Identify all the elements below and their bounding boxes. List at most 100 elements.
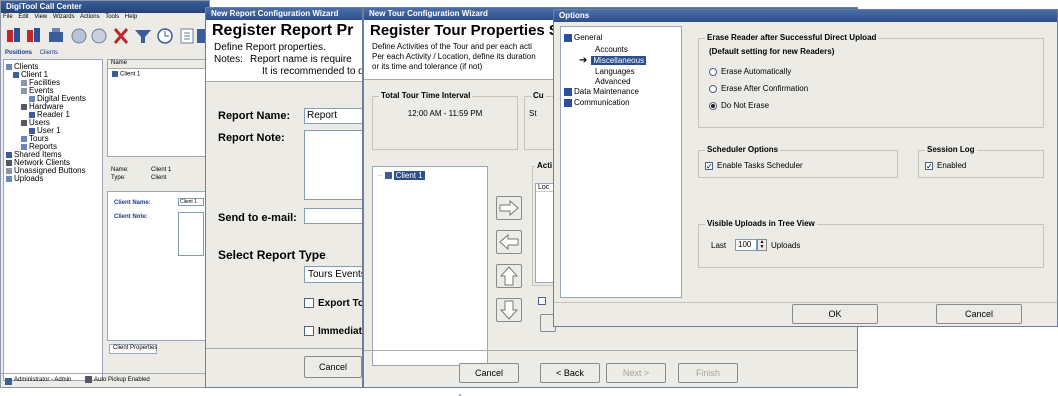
tree-uploads[interactable]: Uploads xyxy=(6,174,43,183)
report-note-input[interactable] xyxy=(304,130,362,200)
arrow-right-icon: ➔ xyxy=(579,55,588,66)
uploads-unit-label: Uploads xyxy=(771,241,801,250)
options-cancel-button[interactable]: Cancel xyxy=(936,304,1022,324)
export-to-checkbox[interactable]: Export To xyxy=(304,298,362,309)
facility-icon xyxy=(21,79,27,86)
arrow-left-icon xyxy=(499,233,519,251)
erase-automatically-radio[interactable]: Erase Automatically xyxy=(709,67,791,76)
tree-pane: Clients Client 1 Facilities Events Digit… xyxy=(3,59,103,381)
tab-positions[interactable]: Positions xyxy=(5,50,32,56)
move-left-button[interactable] xyxy=(496,230,522,254)
client-name-label: Client Name: xyxy=(114,200,151,206)
options-tree-general[interactable]: General xyxy=(564,33,602,42)
menu-file[interactable]: File xyxy=(3,14,13,20)
session-log-group: Session Log ✓ Enabled xyxy=(918,145,1044,178)
move-down-button[interactable] xyxy=(496,298,522,322)
delete-icon[interactable] xyxy=(113,28,129,44)
hardware-icon xyxy=(21,103,27,110)
arrow-right-icon xyxy=(499,199,519,217)
tour-back-button[interactable]: < Back xyxy=(540,363,600,383)
report-footer-divider xyxy=(206,348,362,349)
tour-next-button[interactable]: Next > xyxy=(606,363,666,383)
user-status-icon xyxy=(5,378,12,385)
tour-finish-button[interactable]: Finish xyxy=(678,363,738,383)
menu-wizards[interactable]: Wizards xyxy=(53,14,75,20)
tour-heading: Register Tour Properties S xyxy=(370,22,559,39)
options-tree-advanced[interactable]: Advanced xyxy=(595,77,631,86)
enable-tasks-scheduler-checkbox[interactable]: ✓ Enable Tasks Scheduler xyxy=(705,161,803,170)
reader-blue-icon[interactable] xyxy=(27,28,40,42)
arrow-up-icon xyxy=(499,266,519,286)
options-window: Options General Accounts ➔ Miscellaneous … xyxy=(553,9,1058,327)
do-not-erase-radio[interactable]: Do Not Erase xyxy=(709,101,769,110)
client-properties-tab[interactable]: Client Properties xyxy=(109,344,157,354)
checkbox-box xyxy=(538,296,546,305)
st-label: St xyxy=(529,109,537,118)
report-name-input[interactable]: Report xyxy=(304,108,362,124)
options-tree-data-maintenance[interactable]: Data Maintenance xyxy=(564,87,639,96)
tour-cancel-button[interactable]: Cancel xyxy=(459,363,519,383)
general-icon xyxy=(564,33,572,42)
activity-checkbox[interactable] xyxy=(538,296,550,305)
list-item[interactable]: Client 1 xyxy=(108,71,206,78)
menu-tools[interactable]: Tools xyxy=(105,14,119,20)
select-report-type-label: Select Report Type xyxy=(218,248,326,262)
immediate-checkbox[interactable]: Immediat xyxy=(304,326,362,337)
reader-icon xyxy=(29,111,35,118)
uploads-icon xyxy=(6,175,12,182)
send-email-input[interactable] xyxy=(304,208,362,224)
report-heading: Register Report Pr xyxy=(212,22,354,39)
report-type-select[interactable]: Tours Events xyxy=(304,266,362,283)
report-icon[interactable] xyxy=(180,28,194,44)
communication-icon xyxy=(564,98,572,107)
clock-icon[interactable] xyxy=(157,28,173,44)
tour-desc-2: Per each Activity / Location, define its… xyxy=(372,52,536,61)
options-tree-accounts[interactable]: Accounts xyxy=(595,45,628,54)
menu-help[interactable]: Help xyxy=(125,14,137,20)
visible-uploads-group: Visible Uploads in Tree View Last 100 ▲ ▼… xyxy=(698,219,1044,268)
report-wizard-title-bar: New Report Configuration Wizard xyxy=(206,8,362,20)
client-note-input[interactable] xyxy=(178,212,204,256)
nav-tabs: Positions Clients xyxy=(5,50,58,56)
options-ok-button[interactable]: OK xyxy=(792,304,878,324)
move-up-button[interactable] xyxy=(496,264,522,288)
list-header[interactable]: Name xyxy=(108,60,206,69)
tour-desc-1: Define Activities of the Tour and per ea… xyxy=(372,42,532,51)
menu-edit[interactable]: Edit xyxy=(18,14,28,20)
uploads-count-input[interactable]: 100 xyxy=(735,239,757,251)
scheduler-title: Scheduler Options xyxy=(705,145,781,154)
filter-icon[interactable] xyxy=(135,30,151,43)
options-tree-misc[interactable]: ➔ Miscellaneous xyxy=(579,55,647,66)
send-email-label: Send to e-mail: xyxy=(218,212,297,224)
user-icon xyxy=(29,127,35,134)
move-right-button[interactable] xyxy=(496,196,522,220)
app-window: DigiTool Call Center File Edit View Wiza… xyxy=(0,0,210,388)
tour-client-node[interactable]: ·· Client 1 xyxy=(377,171,425,180)
copy-icon[interactable] xyxy=(71,28,87,44)
paste-icon[interactable] xyxy=(91,28,107,44)
options-tree-languages[interactable]: Languages xyxy=(595,67,635,76)
menu-actions[interactable]: Actions xyxy=(80,14,100,20)
menu-view[interactable]: View xyxy=(34,14,47,20)
client-icon xyxy=(112,71,118,77)
tab-clients[interactable]: Clients xyxy=(40,50,58,56)
download-icon[interactable] xyxy=(49,28,63,42)
options-tree: General Accounts ➔ Miscellaneous Language… xyxy=(560,26,682,298)
reader-red-icon[interactable] xyxy=(7,28,20,42)
session-log-enabled-checkbox[interactable]: ✓ Enabled xyxy=(925,161,966,170)
uploads-spinner[interactable]: ▲ ▼ xyxy=(757,239,767,251)
toolbar xyxy=(3,24,209,48)
folder-icon xyxy=(6,63,12,70)
status-bar: Administrator - Admin Auto Pickup Enable… xyxy=(1,373,209,387)
checkbox-box xyxy=(304,298,314,309)
erase-after-confirmation-radio[interactable]: Erase After Confirmation xyxy=(709,84,808,93)
visible-uploads-title: Visible Uploads in Tree View xyxy=(705,219,817,228)
radio-circle xyxy=(709,84,717,93)
menu-bar: File Edit View Wizards Actions Tools Hel… xyxy=(3,14,137,23)
client-tree-box: ·· Client 1 xyxy=(372,166,488,366)
options-tree-communication[interactable]: Communication xyxy=(564,98,630,107)
spin-down-icon[interactable]: ▼ xyxy=(758,245,766,250)
report-wizard-title: New Report Configuration Wizard xyxy=(211,9,339,18)
report-cancel-button[interactable]: Cancel xyxy=(304,356,362,378)
client-name-input[interactable]: Client 1 xyxy=(178,198,204,206)
